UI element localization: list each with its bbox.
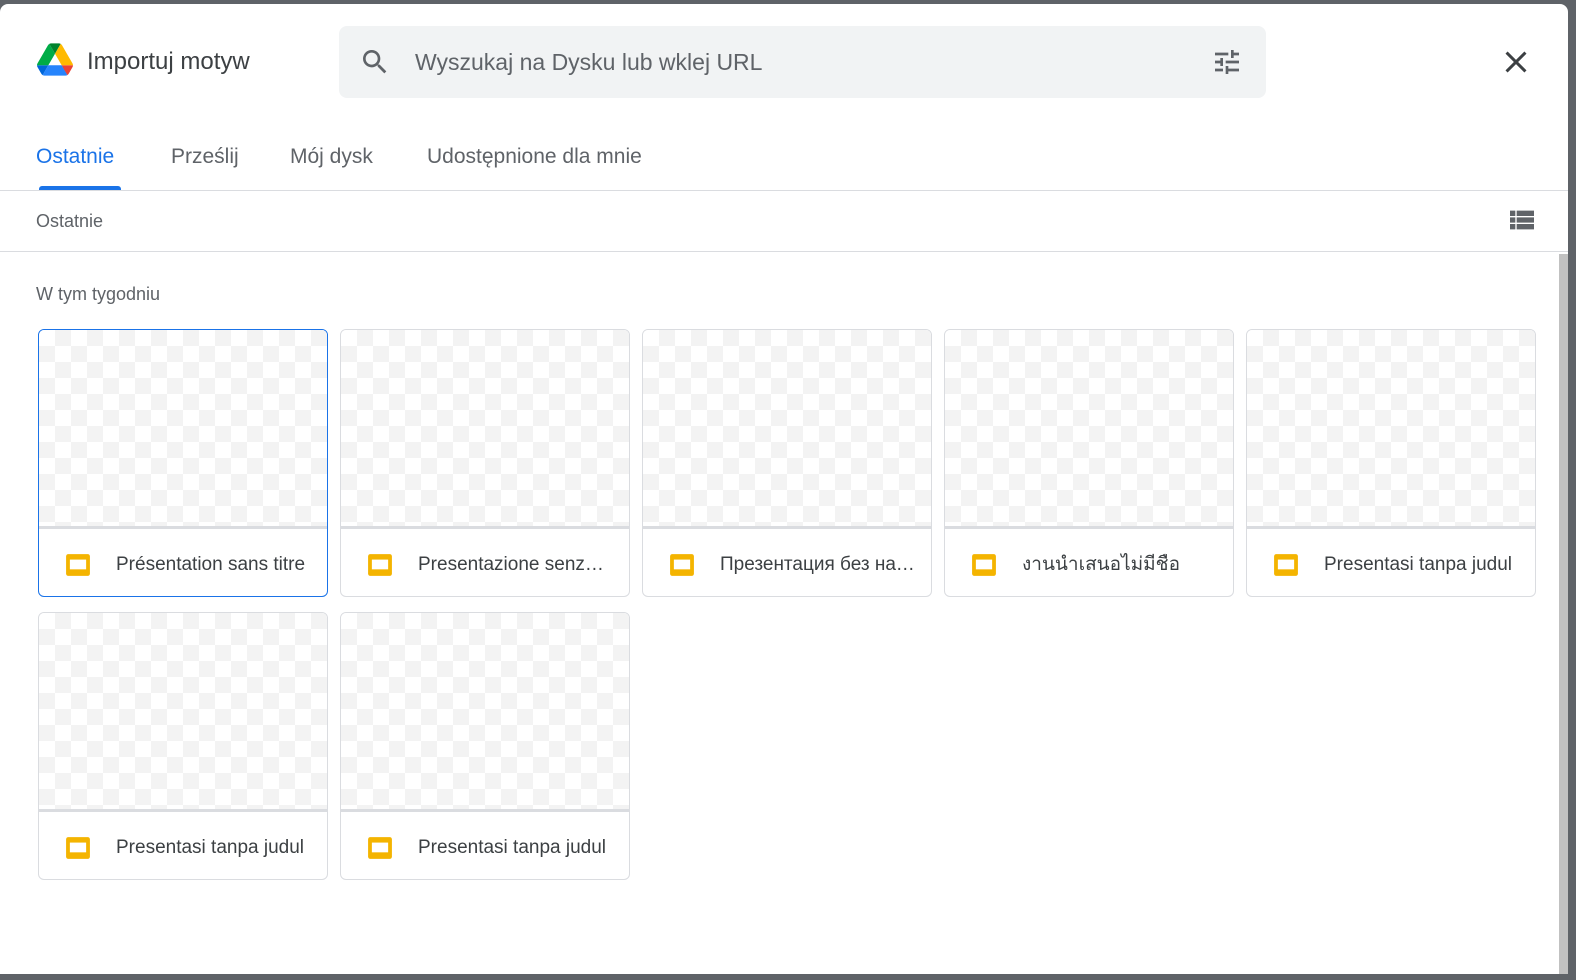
file-name: Presentasi tanpa judul (116, 837, 305, 858)
slides-icon (670, 554, 694, 576)
slides-icon (66, 837, 90, 859)
search-input[interactable] (415, 44, 1195, 80)
file-card[interactable]: Présentation sans titre (38, 329, 328, 597)
file-name: Presentasi tanpa judul (1324, 554, 1513, 575)
tab-upload[interactable]: Prześlij (171, 142, 239, 172)
file-thumbnail (643, 330, 931, 529)
search-icon[interactable] (359, 46, 391, 78)
slides-icon (66, 554, 90, 576)
file-card[interactable]: งานนำเสนอไม่มีชื่อ (944, 329, 1234, 597)
slides-icon (1274, 554, 1298, 576)
file-name: Présentation sans titre (116, 554, 306, 575)
file-grid-area: W tym tygodniu Présentation sans titre P… (0, 252, 1568, 974)
file-card[interactable]: Презентация без названия (642, 329, 932, 597)
file-name: Презентация без названия (720, 554, 916, 575)
slides-icon (972, 554, 996, 576)
section-title: W tym tygodniu (36, 284, 161, 304)
file-thumbnail (1247, 330, 1535, 529)
file-thumbnail (341, 613, 629, 812)
tab-bar: Ostatnie Prześlij Mój dysk Udostępnione … (0, 120, 1568, 191)
search-bar (339, 26, 1266, 98)
dialog-title: Importuj motyw (87, 48, 250, 75)
file-card[interactable]: Presentasi tanpa judul (340, 612, 630, 880)
file-name: Presentasi tanpa judul (418, 837, 607, 858)
file-thumbnail (39, 613, 327, 812)
tab-recent[interactable]: Ostatnie (36, 142, 114, 172)
file-thumbnail (341, 330, 629, 529)
import-theme-dialog: Importuj motyw Ostatnie Prześlij Mój dys… (0, 4, 1568, 974)
file-thumbnail (945, 330, 1233, 529)
file-name: งานนำเสนอไม่มีชื่อ (1022, 554, 1180, 575)
tune-icon[interactable] (1211, 46, 1243, 78)
file-card[interactable]: Presentazione senza titolo (340, 329, 630, 597)
file-card[interactable]: Presentasi tanpa judul (38, 612, 328, 880)
slides-icon (368, 554, 392, 576)
file-thumbnail (39, 330, 327, 529)
slides-icon (368, 837, 392, 859)
close-icon[interactable] (1498, 44, 1534, 80)
vertical-scrollbar[interactable] (1559, 254, 1568, 974)
google-drive-logo-icon (37, 43, 73, 76)
dialog-header: Importuj motyw (0, 4, 1568, 120)
tab-my-drive[interactable]: Mój dysk (290, 142, 373, 172)
tab-shared-with-me[interactable]: Udostępnione dla mnie (427, 142, 642, 172)
list-view-icon[interactable] (1506, 204, 1538, 236)
file-card[interactable]: Presentasi tanpa judul (1246, 329, 1536, 597)
file-name: Presentazione senza titolo (418, 554, 614, 575)
breadcrumb: Ostatnie (36, 211, 104, 231)
view-toolbar: Ostatnie (0, 191, 1568, 252)
active-tab-indicator (39, 186, 121, 190)
